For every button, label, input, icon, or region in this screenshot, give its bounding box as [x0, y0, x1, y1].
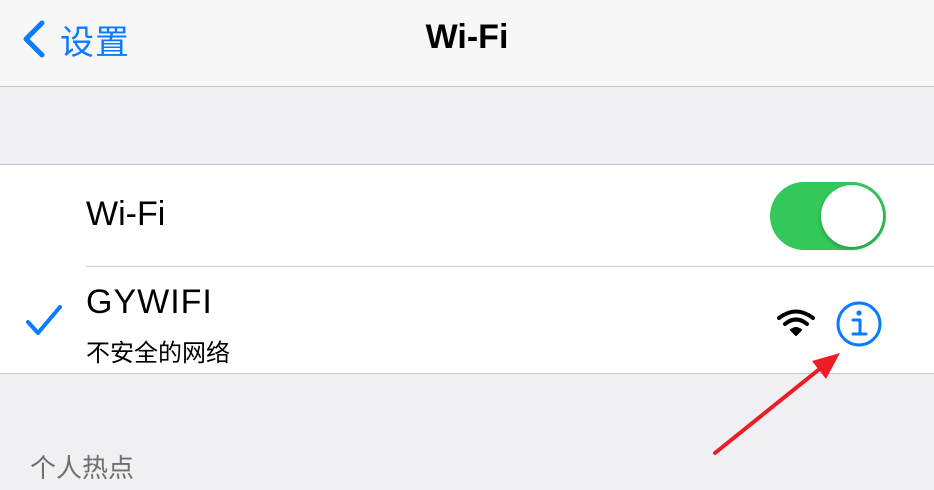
navigation-bar: 设置 Wi-Fi [0, 0, 934, 87]
wifi-label: Wi-Fi [86, 195, 166, 233]
toggle-knob [821, 185, 883, 247]
wifi-settings-group: Wi-Fi GYWIFI 不安全的网络 [0, 164, 934, 374]
network-security-status: 不安全的网络 [86, 340, 230, 367]
checkmark-icon [26, 305, 62, 335]
hotspot-section-header: 个人热点 [30, 453, 135, 483]
wifi-toggle-row: Wi-Fi [0, 165, 934, 266]
wifi-signal-icon [777, 309, 815, 336]
wifi-settings-screen: 设置 Wi-Fi Wi-Fi GYWIFI 不安全的网络 个人热点 [0, 0, 934, 490]
page-title: Wi-Fi [425, 18, 509, 56]
red-arrow-annotation-icon [713, 353, 840, 455]
wifi-toggle-switch[interactable] [770, 182, 886, 250]
network-name: GYWIFI [86, 283, 213, 321]
info-icon[interactable] [834, 299, 884, 349]
